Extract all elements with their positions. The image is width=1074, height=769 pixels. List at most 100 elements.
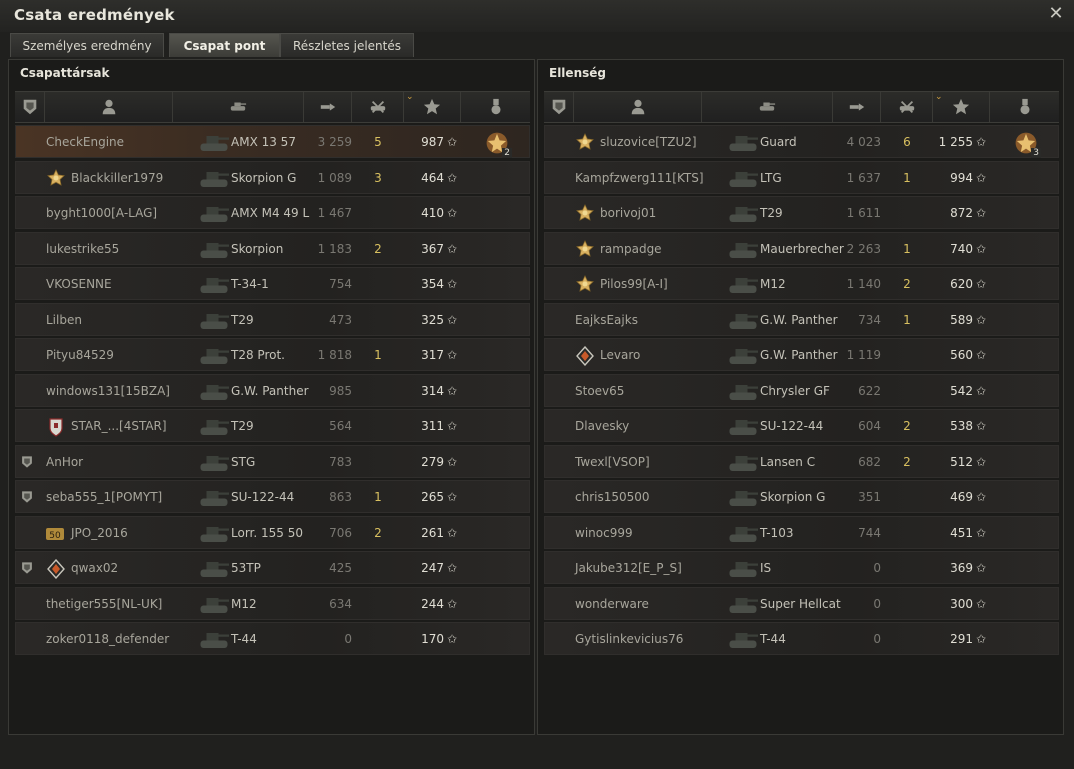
xp-value: 512 xyxy=(950,454,973,469)
gold-badge-icon xyxy=(575,204,595,224)
tank-name: T29 xyxy=(760,206,783,220)
header-cell-platoon[interactable] xyxy=(544,92,573,122)
player-name: zoker0118_defender xyxy=(46,632,170,646)
player-row[interactable]: rampadge Mauerbrecher 2 263 1 740 ✩ xyxy=(544,231,1059,265)
tab-team-score[interactable]: Csapat pont xyxy=(169,33,280,57)
player-name: thetiger555[NL-UK] xyxy=(46,596,163,611)
kills-value xyxy=(895,517,919,550)
player-row[interactable]: Pityu84529 T28 Prot. 1 818 1 317 ✩ xyxy=(15,338,530,371)
tank-name: LTG xyxy=(760,170,782,185)
player-row[interactable]: Twexl[VSOP] Lansen C 682 2 512 ✩ xyxy=(544,444,1059,478)
xp-star-icon: ✩ xyxy=(976,312,987,327)
player-row[interactable]: Dlavesky SU-122-44 604 2 538 ✩ xyxy=(544,409,1059,442)
xp-value: 300 xyxy=(950,596,973,611)
kills-value: 1 xyxy=(374,348,382,362)
window-title: Csata eredmények xyxy=(14,6,175,24)
header-cell-platoon[interactable] xyxy=(15,92,44,122)
header-cell-kills[interactable] xyxy=(880,92,932,122)
gold-badge-icon xyxy=(46,168,66,189)
xp-star-icon: ✩ xyxy=(447,490,458,504)
player-name: CheckEngine xyxy=(46,135,125,149)
close-icon[interactable]: ✕ xyxy=(1046,4,1066,24)
kills-value xyxy=(895,588,919,621)
gold-badge-icon xyxy=(575,239,595,260)
xp-value: 314 xyxy=(421,383,444,398)
xp-value: 469 xyxy=(950,490,973,504)
player-row[interactable]: Stoev65 Chrysler GF 622 542 ✩ xyxy=(544,373,1059,407)
player-row[interactable]: zoker0118_defender T-44 0 170 ✩ xyxy=(15,622,530,655)
header-cell-player[interactable] xyxy=(573,92,701,122)
player-row[interactable]: byght1000[A-LAG] AMX M4 49 L 1 467 410 ✩ xyxy=(15,196,530,229)
header-cell-damage[interactable] xyxy=(303,92,351,122)
header-cell-player[interactable] xyxy=(44,92,172,122)
player-row[interactable]: chris150500 Skorpion G 351 469 ✩ xyxy=(544,480,1059,513)
player-row[interactable]: seba555_1[POMYT] SU-122-44 863 1 265 ✩ xyxy=(15,480,530,513)
tank-name: T28 Prot. xyxy=(231,348,285,362)
tab-personal-result[interactable]: Személyes eredmény xyxy=(10,33,164,57)
player-name: Lilben xyxy=(46,312,82,327)
kills-value: 1 xyxy=(903,312,911,327)
header-cell-kills[interactable] xyxy=(351,92,403,122)
player-row[interactable]: borivoj01 T29 1 611 872 ✩ xyxy=(544,196,1059,229)
tank-name: Skorpion xyxy=(231,241,284,256)
damage-value: 604 xyxy=(858,419,881,433)
tank-name: AMX M4 49 L xyxy=(231,206,310,220)
damage-value: 863 xyxy=(329,490,352,504)
player-row[interactable]: 50 JPO_2016 Lorr. 155 50 706 2 261 ✩ xyxy=(15,515,530,549)
player-row[interactable]: thetiger555[NL-UK] M12 634 244 ✩ xyxy=(15,586,530,620)
damage-value: 0 xyxy=(344,632,352,646)
player-row[interactable]: qwax02 53TP 425 247 ✩ xyxy=(15,551,530,584)
player-row[interactable]: lukestrike55 Skorpion 1 183 2 367 ✩ xyxy=(15,231,530,265)
platoon-icon xyxy=(21,98,39,116)
player-row[interactable]: wonderware Super Hellcat 0 300 ✩ xyxy=(544,586,1059,621)
player-row[interactable]: Lilben T29 473 325 ✩ xyxy=(15,302,530,336)
tank-name: Lorr. 155 50 xyxy=(231,525,303,540)
player-row[interactable]: Levaro G.W. Panther 1 119 560 ✩ xyxy=(544,338,1059,371)
xp-star-icon: ✩ xyxy=(976,596,987,611)
player-row[interactable]: Pilos99[A-I] M12 1 140 2 620 ✩ xyxy=(544,267,1059,300)
player-row[interactable]: winoc999 T-103 744 451 ✩ xyxy=(544,515,1059,550)
damage-value: 1 637 xyxy=(846,170,881,185)
header-cell-xp-star[interactable]: ⌄ xyxy=(932,92,989,122)
player-row[interactable]: Blackkiller1979 Skorpion G 1 089 3 464 ✩ xyxy=(15,160,530,194)
kills-value xyxy=(366,268,390,301)
player-row[interactable]: AnHor STG 783 279 ✩ xyxy=(15,444,530,478)
header-cell-tank[interactable] xyxy=(172,92,303,122)
battle-results-window: Csata eredmények ✕ Személyes eredmény Cs… xyxy=(0,0,1074,769)
player-row[interactable]: STAR_...[4STAR] T29 564 311 ✩ xyxy=(15,409,530,442)
platoon-icon xyxy=(550,98,568,116)
player-row[interactable]: windows131[15BZA] G.W. Panther 985 314 ✩ xyxy=(15,373,530,407)
player-row[interactable]: sluzovice[TZU2] Guard 4 023 6 1 255 ✩ 3 xyxy=(544,125,1059,158)
player-icon xyxy=(629,98,647,116)
player-row[interactable]: Gytislinkevicius76 T-44 0 291 ✩ xyxy=(544,622,1059,655)
header-cell-medal[interactable] xyxy=(460,92,530,122)
player-row[interactable]: Jakube312[E_P_S] IS 0 369 ✩ xyxy=(544,551,1059,584)
xp-star-icon: ✩ xyxy=(976,206,987,220)
header-cell-medal[interactable] xyxy=(989,92,1059,122)
xp-value: 311 xyxy=(421,419,444,433)
tank-name: T-44 xyxy=(231,632,257,646)
xp-value: 464 xyxy=(421,170,444,185)
medal-icon[interactable]: 3 xyxy=(1013,130,1041,158)
medal-icon[interactable]: 2 xyxy=(484,130,512,158)
kills-value xyxy=(895,623,919,656)
xp-star-icon: ✩ xyxy=(976,419,987,433)
tab-detailed-report[interactable]: Részletes jelentés xyxy=(280,33,414,57)
platoon-icon xyxy=(20,560,34,576)
tank-name: Super Hellcat xyxy=(760,596,841,611)
kills-value: 2 xyxy=(374,525,382,540)
damage-value: 622 xyxy=(858,383,881,398)
player-row[interactable]: VKOSENNE T-34-1 754 354 ✩ xyxy=(15,267,530,300)
header-cell-xp-star[interactable]: ⌄ xyxy=(403,92,460,122)
damage-value: 3 259 xyxy=(317,135,352,149)
xp-star-icon: ✩ xyxy=(447,135,458,149)
xp-value: 410 xyxy=(421,206,444,220)
header-cell-damage[interactable] xyxy=(832,92,880,122)
kills-value xyxy=(366,197,390,230)
player-row[interactable]: CheckEngine AMX 13 57 3 259 5 987 ✩ 2 xyxy=(15,125,530,158)
player-row[interactable]: Kampfzwerg111[KTS] LTG 1 637 1 994 ✩ xyxy=(544,160,1059,194)
medal-icon xyxy=(1016,98,1034,116)
header-cell-tank[interactable] xyxy=(701,92,832,122)
player-row[interactable]: EajksEajks G.W. Panther 734 1 589 ✩ xyxy=(544,302,1059,336)
xp-value: 620 xyxy=(950,277,973,291)
